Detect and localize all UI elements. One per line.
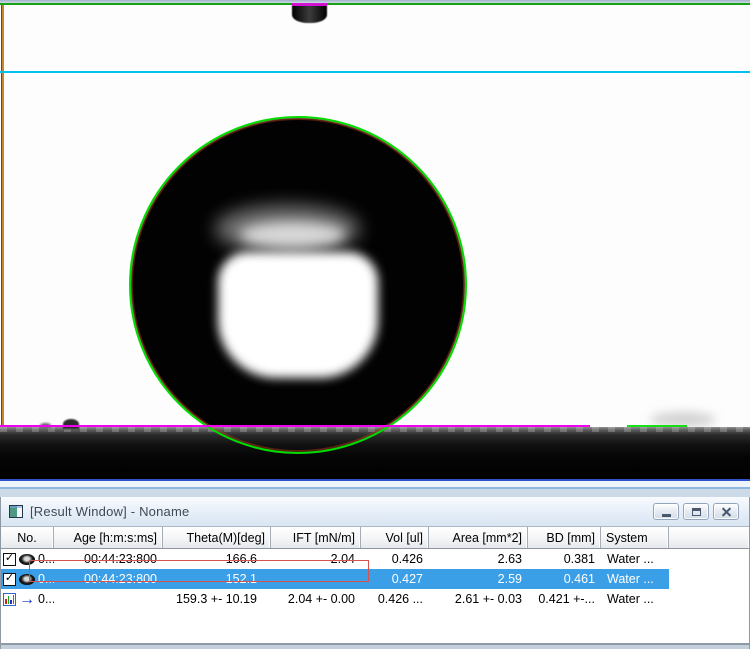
drop-icon [19, 574, 35, 585]
cell-bd: 0.381 [528, 549, 601, 569]
horizontal-guide-line[interactable] [0, 71, 750, 73]
cell-vol: 0.426 ... [361, 589, 429, 609]
result-window: [Result Window] - Noname No. Age [h:m:s:… [0, 497, 750, 649]
table-row-2-selected[interactable]: ✓ 0... 00:44:23:800 152.1 0.427 2.59 0.4… [1, 569, 669, 589]
row-number: 0... [38, 572, 54, 586]
checkmark-icon: ✓ [5, 573, 14, 584]
application-window: [Result Window] - Noname No. Age [h:m:s:… [0, 0, 750, 649]
baseline-fit-segment [627, 425, 687, 427]
close-icon [721, 506, 732, 517]
baseline-overlay-line[interactable] [0, 425, 590, 427]
column-header-filler [669, 527, 749, 548]
cell-age [54, 589, 163, 609]
left-edge-marker-line [1, 5, 4, 427]
cell-ift: 2.04 +- 0.00 [271, 589, 361, 609]
mdi-background [0, 489, 750, 497]
table-empty-area [1, 609, 749, 643]
table-row-1[interactable]: ✓ 0... 00:44:23:800 166.6 2.04 0.426 2.6… [1, 549, 669, 569]
cell-area: 2.63 [429, 549, 528, 569]
cell-theta: 152.1 [163, 569, 271, 589]
statistics-chart-icon [3, 593, 16, 606]
result-window-title: [Result Window] - Noname [30, 504, 189, 519]
cell-age: 00:44:23:800 [54, 569, 163, 589]
top-guide-line [0, 3, 750, 5]
result-window-titlebar[interactable]: [Result Window] - Noname [1, 497, 749, 527]
results-table: No. Age [h:m:s:ms] Theta(M)[deg] IFT [mN… [1, 527, 749, 643]
column-header-theta[interactable]: Theta(M)[deg] [163, 527, 271, 548]
row-number: 0... [38, 592, 54, 606]
cell-vol: 0.426 [361, 549, 429, 569]
minimize-button[interactable] [653, 503, 679, 520]
row-checkbox[interactable]: ✓ [3, 573, 16, 586]
cell-system: Water ... [601, 569, 669, 589]
cell-ift [271, 569, 361, 589]
column-header-area[interactable]: Area [mm*2] [429, 527, 528, 548]
needle-marker-line [292, 3, 327, 6]
column-header-bd[interactable]: BD [mm] [528, 527, 601, 548]
close-button[interactable] [713, 503, 739, 520]
column-header-ift[interactable]: IFT [mN/m] [271, 527, 361, 548]
cell-no: ✓ 0... [1, 549, 54, 569]
row-checkbox[interactable]: ✓ [3, 553, 16, 566]
cell-theta: 159.3 +- 10.19 [163, 589, 271, 609]
table-body: ✓ 0... 00:44:23:800 166.6 2.04 0.426 2.6… [1, 549, 749, 609]
cell-bd: 0.461 [528, 569, 601, 589]
column-header-no[interactable]: No. [1, 527, 54, 548]
cell-system: Water ... [601, 589, 669, 609]
dispensing-needle-tip [292, 5, 327, 23]
circle-fit-overlay [129, 116, 467, 454]
column-header-age[interactable]: Age [h:m:s:ms] [54, 527, 163, 548]
table-row-3-statistics[interactable]: → 0... 159.3 +- 10.19 2.04 +- 0.00 0.426… [1, 589, 669, 609]
column-header-system[interactable]: System [601, 527, 669, 548]
table-header: No. Age [h:m:s:ms] Theta(M)[deg] IFT [mN… [1, 527, 749, 549]
cell-area: 2.59 [429, 569, 528, 589]
cell-vol: 0.427 [361, 569, 429, 589]
minimize-icon [662, 514, 671, 517]
restore-icon [692, 508, 701, 516]
checkmark-icon: ✓ [5, 553, 14, 564]
result-window-icon [9, 505, 23, 518]
cell-no: ✓ 0... [1, 569, 54, 589]
restore-button[interactable] [683, 503, 709, 520]
arrow-right-icon: → [19, 594, 35, 605]
cell-bd: 0.421 +-... [528, 589, 601, 609]
image-pane-border-outer [0, 487, 750, 489]
cell-no: → 0... [1, 589, 54, 609]
surface-debris [63, 419, 79, 429]
camera-view [0, 0, 750, 489]
cell-area: 2.61 +- 0.03 [429, 589, 528, 609]
cell-age: 00:44:23:800 [54, 549, 163, 569]
window-controls [653, 503, 739, 520]
cell-theta: 166.6 [163, 549, 271, 569]
drop-icon [19, 554, 35, 565]
result-window-bottom-frame [1, 645, 749, 649]
column-header-vol[interactable]: Vol [ul] [361, 527, 429, 548]
row-number: 0... [38, 552, 54, 566]
cell-ift: 2.04 [271, 549, 361, 569]
cell-system: Water ... [601, 549, 669, 569]
